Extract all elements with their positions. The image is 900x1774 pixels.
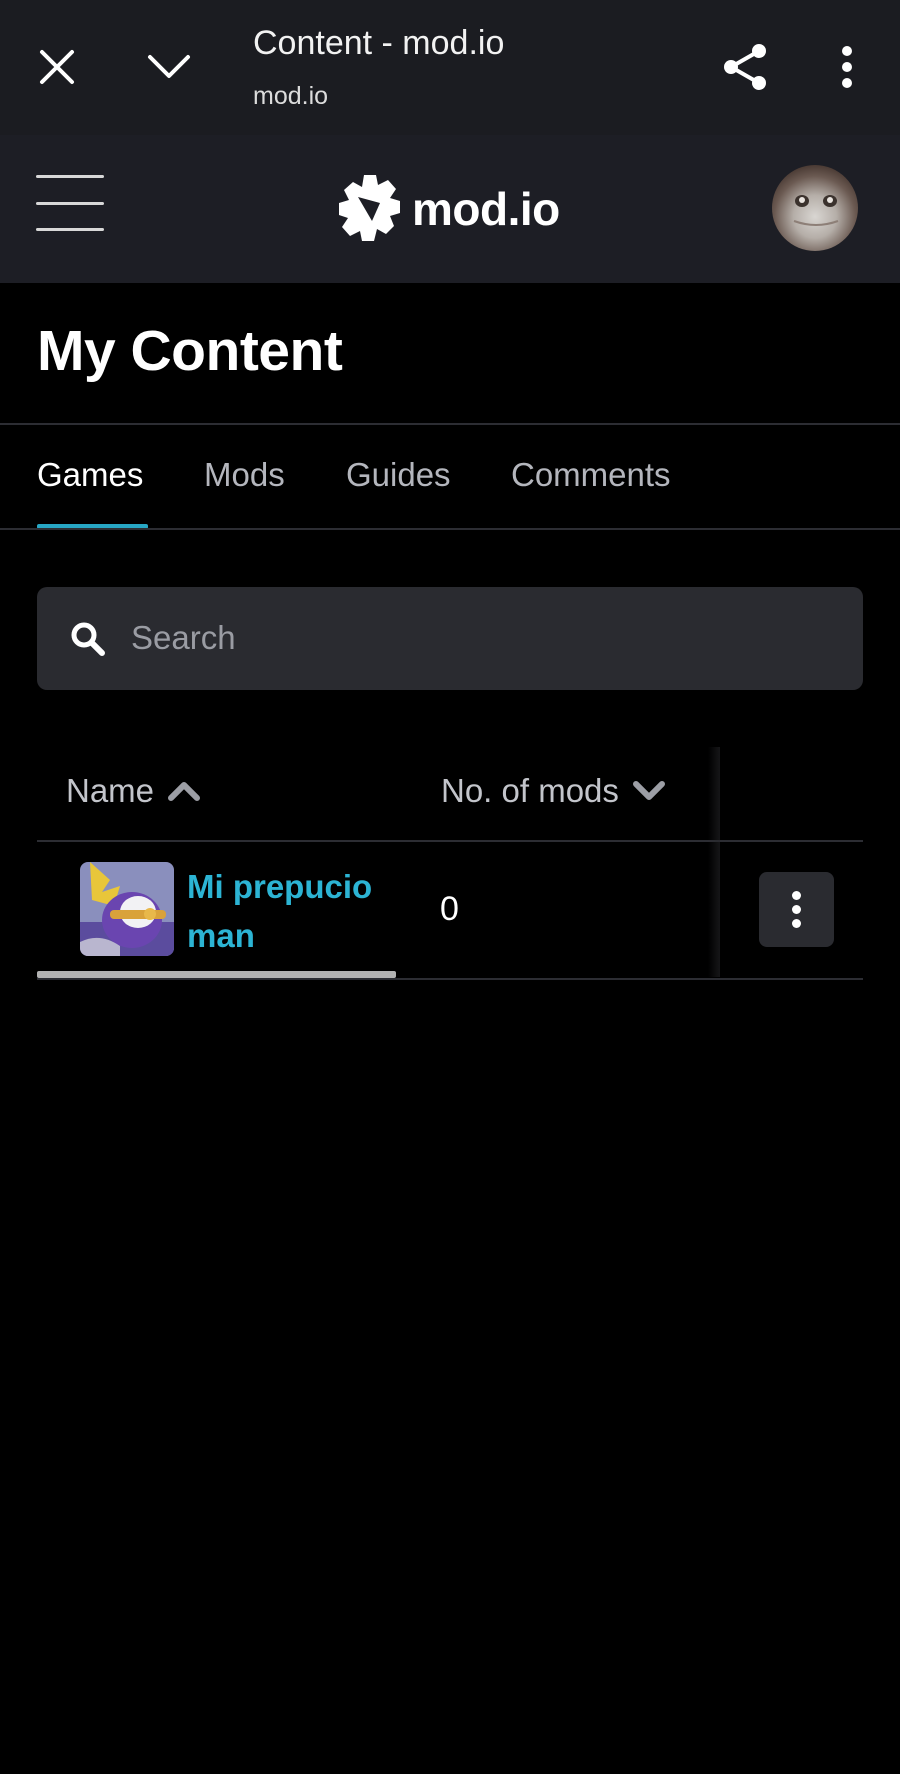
search-input[interactable]: Search bbox=[37, 587, 863, 690]
tab-mods[interactable]: Mods bbox=[204, 456, 285, 494]
table-header-divider bbox=[37, 840, 863, 842]
avatar[interactable] bbox=[772, 165, 858, 251]
gear-logo-icon bbox=[339, 175, 400, 241]
table-row-divider bbox=[37, 978, 863, 980]
more-vertical-icon bbox=[792, 891, 801, 900]
share-icon[interactable] bbox=[710, 32, 780, 102]
close-icon[interactable] bbox=[22, 32, 92, 102]
tab-games[interactable]: Games bbox=[37, 456, 143, 494]
browser-toolbar: Content - mod.io mod.io bbox=[0, 0, 900, 135]
tab-bar: Games Mods Guides Comments bbox=[37, 425, 900, 529]
more-dot bbox=[792, 919, 801, 928]
column-label-name: Name bbox=[66, 772, 155, 809]
column-header-name[interactable]: Name bbox=[66, 772, 201, 810]
search-placeholder: Search bbox=[131, 619, 236, 656]
logo-text: mod.io bbox=[412, 183, 560, 235]
sticky-column-shadow bbox=[708, 747, 720, 977]
column-label-mods: No. of mods bbox=[441, 772, 619, 809]
browser-page-title: Content - mod.io bbox=[253, 24, 505, 62]
horizontal-scrollbar[interactable] bbox=[37, 971, 396, 978]
search-icon bbox=[70, 621, 106, 662]
browser-url[interactable]: mod.io bbox=[253, 82, 328, 111]
chevron-up-icon bbox=[168, 782, 201, 801]
tab-guides[interactable]: Guides bbox=[346, 456, 451, 494]
mod-count: 0 bbox=[440, 890, 459, 928]
column-header-mods[interactable]: No. of mods bbox=[441, 772, 665, 810]
chevron-down-icon bbox=[632, 781, 665, 800]
tab-comments[interactable]: Comments bbox=[511, 456, 671, 494]
more-vertical-icon[interactable] bbox=[812, 32, 882, 102]
chevron-down-icon[interactable] bbox=[134, 32, 204, 102]
game-name-link[interactable]: Mi prepucio man bbox=[187, 862, 397, 960]
page-title: My Content bbox=[37, 319, 343, 383]
site-header: mod.io bbox=[0, 135, 900, 283]
hamburger-icon[interactable] bbox=[36, 175, 104, 231]
modio-logo[interactable]: mod.io bbox=[336, 173, 560, 245]
game-thumbnail[interactable] bbox=[80, 862, 174, 956]
row-actions-button[interactable] bbox=[759, 872, 834, 947]
more-dot bbox=[792, 905, 801, 914]
divider bbox=[0, 528, 900, 530]
